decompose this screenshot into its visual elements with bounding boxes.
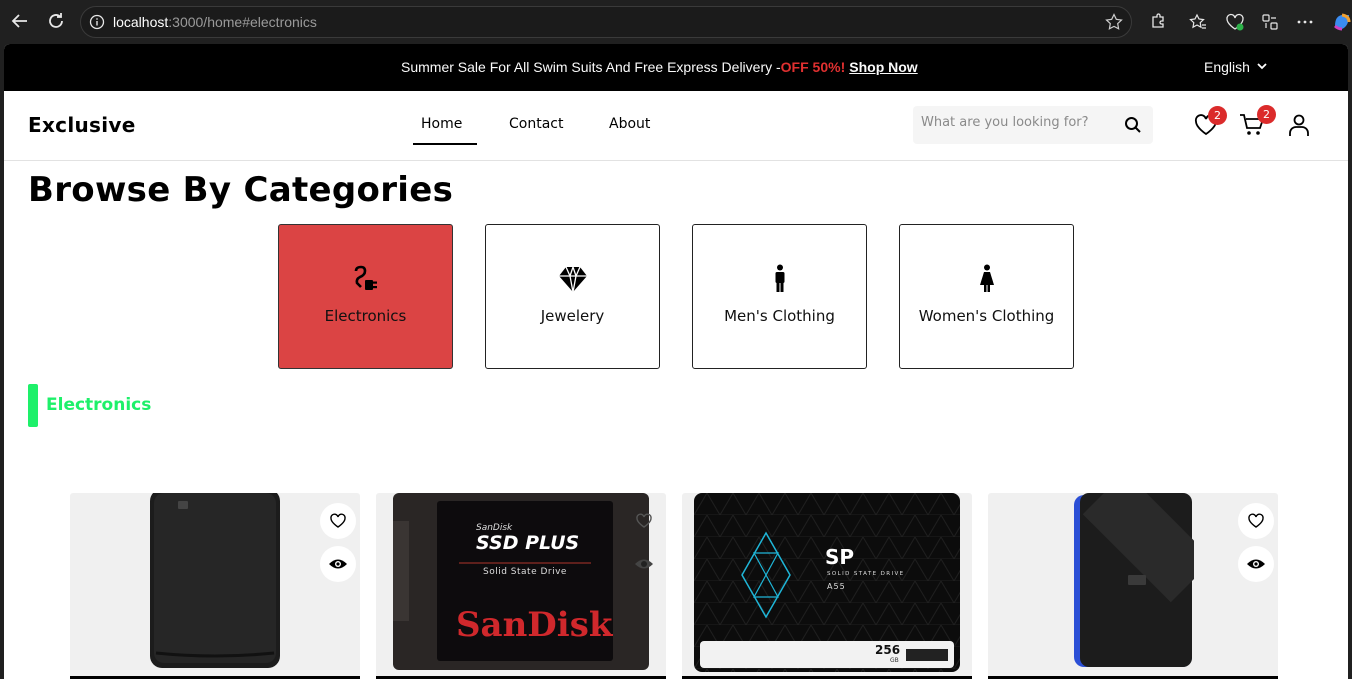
nav-home[interactable]: Home — [421, 116, 462, 132]
eye-icon — [635, 559, 653, 569]
favorite-star-icon[interactable] — [1105, 13, 1123, 31]
brand-logo: SanDisk — [456, 605, 613, 645]
browser-health-icon[interactable] — [1225, 12, 1245, 32]
brand-logo: SP — [825, 545, 855, 569]
language-label: English — [1204, 59, 1250, 75]
browser-chrome: localhost:3000/home#electronics — [0, 0, 1352, 44]
promo-text: Summer Sale For All Swim Suits And Free … — [401, 59, 918, 75]
user-icon[interactable] — [1285, 111, 1313, 139]
chevron-down-icon — [1256, 59, 1268, 75]
quick-view-button[interactable] — [932, 546, 968, 582]
quick-view-button[interactable] — [1238, 546, 1274, 582]
nav-active-underline — [413, 143, 477, 145]
promo-sale: OFF 50%! — [780, 59, 846, 75]
wishlist-count-badge: 2 — [1208, 106, 1227, 125]
copilot-icon[interactable] — [1332, 12, 1352, 32]
product-capacity: 256 — [875, 643, 901, 657]
section-accent-bar — [28, 384, 38, 427]
wishlist-button[interactable]: 2 — [1192, 106, 1227, 139]
wishlist-toggle[interactable] — [932, 503, 968, 539]
promo-bar: Summer Sale For All Swim Suits And Free … — [4, 44, 1348, 91]
brand-subtitle: SOLID STATE DRIVE — [827, 571, 905, 577]
page-title: Browse By Categories — [28, 170, 454, 210]
nav-contact[interactable]: Contact — [509, 116, 563, 132]
category-electronics[interactable]: Electronics — [278, 224, 453, 369]
nav-about[interactable]: About — [609, 116, 650, 132]
more-menu-icon[interactable] — [1295, 12, 1315, 32]
product-name: SSD PLUS — [476, 532, 580, 554]
logo[interactable]: Exclusive — [28, 113, 136, 137]
favorites-icon[interactable] — [1188, 12, 1208, 32]
product-image-wd-drive — [150, 493, 280, 672]
shop-now-link[interactable]: Shop Now — [849, 59, 917, 75]
product-image-wd-gaming-drive — [1074, 493, 1214, 673]
extensions-icon[interactable] — [1148, 12, 1168, 32]
quick-view-button[interactable] — [320, 546, 356, 582]
woman-icon — [971, 263, 1003, 295]
url-text: localhost:3000/home#electronics — [113, 14, 317, 30]
category-label: Women's Clothing — [918, 307, 1055, 325]
language-select[interactable]: English — [1204, 59, 1268, 75]
address-bar[interactable]: localhost:3000/home#electronics — [80, 6, 1132, 38]
reload-icon[interactable] — [44, 9, 68, 33]
product-model: A55 — [827, 582, 846, 591]
category-label: Electronics — [324, 307, 407, 325]
quick-view-button[interactable] — [626, 546, 662, 582]
product-card[interactable]: SP SOLID STATE DRIVE A55 256 GB — [682, 493, 972, 679]
product-capacity-unit: GB — [890, 657, 899, 664]
wishlist-toggle[interactable] — [1238, 503, 1274, 539]
search-box — [913, 106, 1153, 144]
web-page: Summer Sale For All Swim Suits And Free … — [4, 44, 1348, 679]
collections-icon[interactable] — [1260, 12, 1280, 32]
eye-icon — [1247, 559, 1265, 569]
cart-count-badge: 2 — [1257, 105, 1276, 124]
man-icon — [764, 263, 796, 295]
category-jewelery[interactable]: Jewelery — [485, 224, 660, 369]
product-card[interactable] — [988, 493, 1278, 679]
category-mens-clothing[interactable]: Men's Clothing — [692, 224, 867, 369]
wishlist-toggle[interactable] — [626, 503, 662, 539]
product-card[interactable]: SanDisk SSD PLUS Solid State Drive SanDi… — [376, 493, 666, 679]
category-label: Men's Clothing — [724, 307, 835, 325]
search-icon[interactable] — [1123, 115, 1143, 135]
product-subtitle: Solid State Drive — [483, 567, 567, 577]
section-subtitle: Electronics — [46, 395, 152, 415]
site-header: Exclusive Home Contact About 2 2 — [4, 91, 1348, 161]
back-icon[interactable] — [8, 9, 32, 33]
product-card[interactable] — [70, 493, 360, 679]
search-input[interactable] — [921, 115, 1111, 130]
heart-icon — [1248, 513, 1264, 528]
eye-icon — [329, 559, 347, 569]
category-womens-clothing[interactable]: Women's Clothing — [899, 224, 1074, 369]
category-label: Jewelery — [540, 307, 605, 325]
wishlist-toggle[interactable] — [320, 503, 356, 539]
diamond-icon — [557, 263, 589, 295]
heart-icon — [330, 513, 346, 528]
cart-button[interactable]: 2 — [1238, 105, 1276, 139]
info-icon[interactable] — [89, 14, 105, 30]
product-image-sandisk-ssd — [393, 493, 649, 674]
plug-icon — [350, 263, 382, 295]
heart-icon — [636, 513, 652, 528]
